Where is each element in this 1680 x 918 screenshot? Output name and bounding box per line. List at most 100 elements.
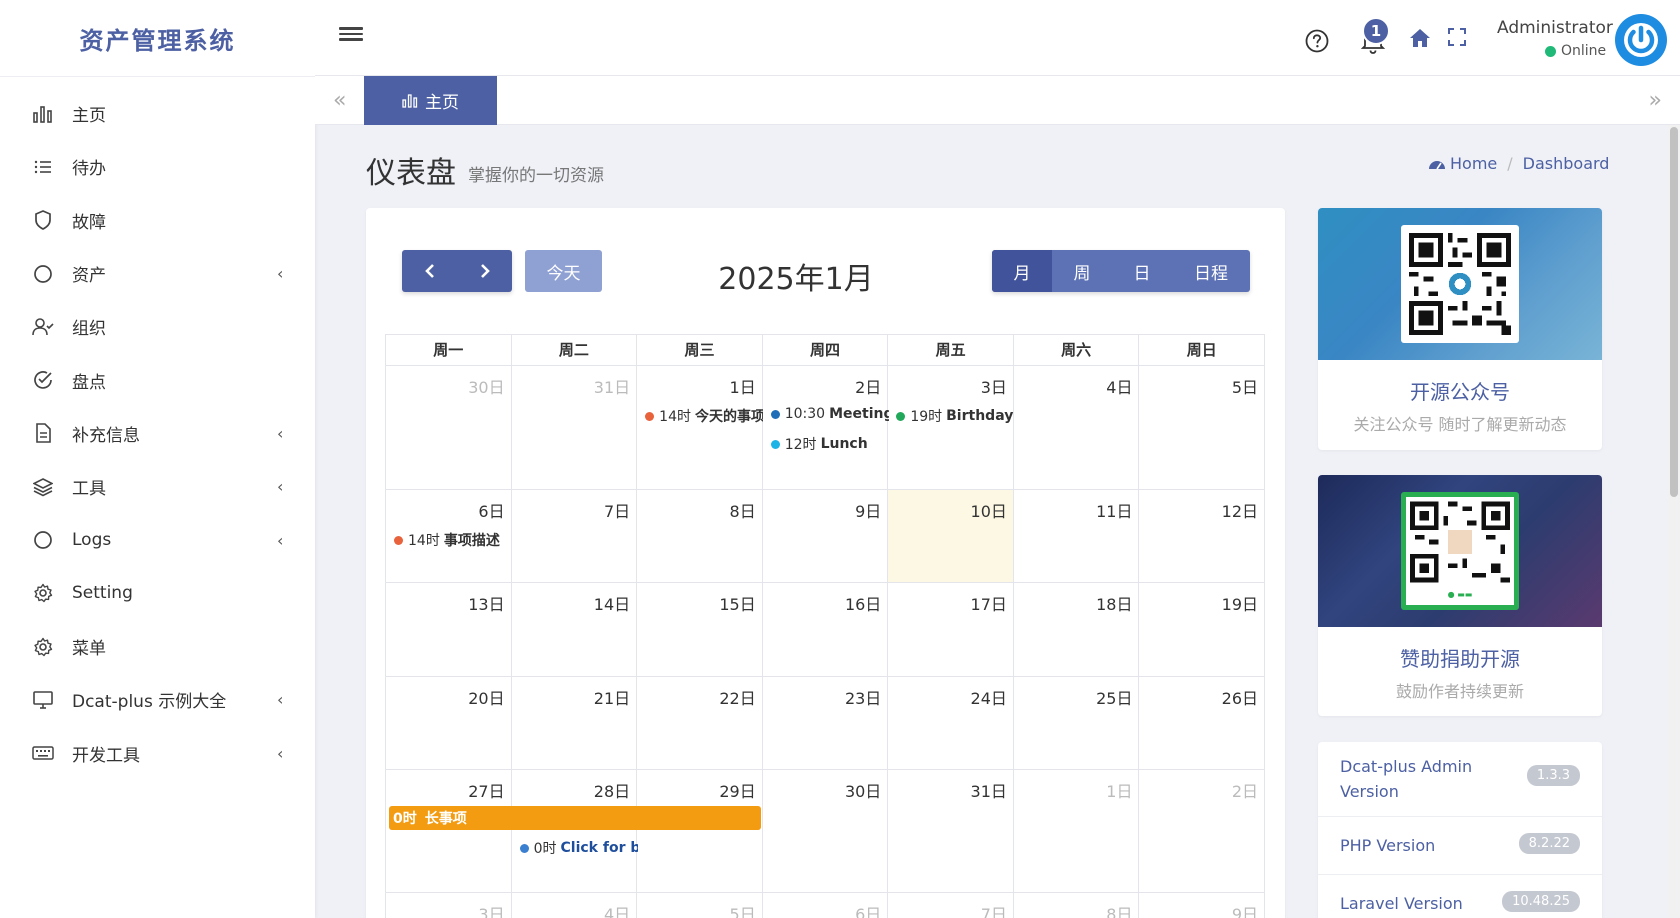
view-agenda-button[interactable]: 日程 <box>1172 250 1250 292</box>
calendar-day[interactable]: 31日 <box>888 770 1014 892</box>
today-button[interactable]: 今天 <box>525 250 602 292</box>
calendar-event[interactable]: 14时 事项描述 <box>394 530 512 550</box>
calendar-day[interactable]: 21日 <box>512 677 638 769</box>
official-account-card: 开源公众号 关注公众号 随时了解更新动态 <box>1318 208 1602 450</box>
calendar-event[interactable]: 0时Click for bing <box>519 838 638 858</box>
calendar-event[interactable]: 12时 Lunch <box>770 434 889 454</box>
menu-toggle-icon[interactable] <box>339 24 363 48</box>
sidebar-item-tools[interactable]: 工具 ‹ <box>0 460 315 513</box>
calendar-day[interactable]: 19日 <box>1139 583 1264 676</box>
calendar-day[interactable]: 2日 <box>1139 770 1264 892</box>
chevron-left-icon: ‹ <box>277 743 284 763</box>
calendar-day[interactable]: 11日 <box>1014 490 1140 582</box>
calendar-day[interactable]: 2日 10:30 Meeting 12时 Lunch <box>763 366 889 489</box>
calendar-day[interactable]: 30日 <box>386 366 512 489</box>
user-name[interactable]: Administrator <box>1497 18 1613 38</box>
brand[interactable]: 资产管理系统 <box>0 0 315 77</box>
sidebar-item-todo[interactable]: 待办 <box>0 140 315 193</box>
calendar-day[interactable]: 24日 <box>888 677 1014 769</box>
calendar-event[interactable]: 19时 Birthday <box>896 406 1014 426</box>
calendar-day[interactable]: 8日 <box>637 490 763 582</box>
calendar-day[interactable]: 6日 <box>763 893 889 918</box>
calendar-day[interactable]: 5日 <box>637 893 763 918</box>
calendar-day[interactable]: 12日 <box>1139 490 1264 582</box>
sidebar: 资产管理系统 主页 待办 故障 资产 ‹ 组织 盘点 补充信息 ‹ 工具 ‹ L… <box>0 0 315 918</box>
calendar-day[interactable]: 23日 <box>763 677 889 769</box>
calendar-day[interactable]: 7日 <box>888 893 1014 918</box>
sidebar-item-home[interactable]: 主页 <box>0 87 315 140</box>
calendar-day[interactable]: 3日 <box>386 893 512 918</box>
weekday-label: 周日 <box>1186 341 1217 359</box>
tab-scroll-right-icon[interactable]: » <box>1649 88 1662 113</box>
day-number: 4日 <box>1106 378 1133 397</box>
day-number: 6日 <box>478 502 505 521</box>
sidebar-menu: 主页 待办 故障 资产 ‹ 组织 盘点 补充信息 ‹ 工具 ‹ Logs ‹ S… <box>0 77 315 780</box>
breadcrumb-home[interactable]: Home <box>1450 154 1497 173</box>
chevron-right-icon <box>480 264 490 278</box>
event-title: 事项描述 <box>443 533 500 549</box>
tab-scroll-left-icon[interactable]: « <box>333 88 346 113</box>
scrollbar-thumb[interactable] <box>1670 127 1678 497</box>
sidebar-item-inventory[interactable]: 盘点 <box>0 353 315 406</box>
view-day-button[interactable]: 日 <box>1112 250 1172 292</box>
sidebar-item-org[interactable]: 组织 <box>0 300 315 353</box>
calendar-day[interactable]: 26日 <box>1139 677 1264 769</box>
avatar[interactable] <box>1615 14 1667 66</box>
sidebar-item-menu[interactable]: 菜单 <box>0 620 315 673</box>
calendar-day[interactable]: 17日 <box>888 583 1014 676</box>
sidebar-item-setting[interactable]: Setting <box>0 567 315 620</box>
prev-month-button[interactable] <box>402 250 457 292</box>
sidebar-item-label: 菜单 <box>72 639 106 660</box>
sidebar-item-assets[interactable]: 资产 ‹ <box>0 247 315 300</box>
calendar-day[interactable]: 27日 <box>386 770 512 892</box>
calendar-day[interactable]: 4日 <box>512 893 638 918</box>
event-title: Birthday <box>946 408 1014 424</box>
calendar-day[interactable]: 28日 0时Click for bing <box>512 770 638 892</box>
calendar-day[interactable]: 5日 <box>1139 366 1264 489</box>
calendar-day-today[interactable]: 10日 <box>888 490 1014 582</box>
calendar-day[interactable]: 9日 <box>763 490 889 582</box>
bar-chart-icon <box>402 93 418 108</box>
page-scrollbar[interactable] <box>1668 125 1680 918</box>
day-number: 6日 <box>855 905 882 918</box>
calendar-day[interactable]: 4日 <box>1014 366 1140 489</box>
calendar-day[interactable]: 7日 <box>512 490 638 582</box>
calendar-day[interactable]: 1日 14时 今天的事项 <box>637 366 763 489</box>
calendar-day[interactable]: 29日 <box>637 770 763 892</box>
calendar-event[interactable]: 10:30 Meeting <box>770 406 889 422</box>
calendar-day[interactable]: 25日 <box>1014 677 1140 769</box>
calendar-day[interactable]: 15日 <box>637 583 763 676</box>
calendar-day[interactable]: 22日 <box>637 677 763 769</box>
calendar-day[interactable]: 20日 <box>386 677 512 769</box>
calendar-day[interactable]: 8日 <box>1014 893 1140 918</box>
event-title: Lunch <box>820 436 868 452</box>
view-week-button[interactable]: 周 <box>1052 250 1112 292</box>
calendar-day[interactable]: 16日 <box>763 583 889 676</box>
sidebar-item-examples[interactable]: Dcat-plus 示例大全 ‹ <box>0 673 315 726</box>
next-month-button[interactable] <box>457 250 512 292</box>
calendar-day[interactable]: 9日 <box>1139 893 1264 918</box>
calendar-day[interactable]: 14日 <box>512 583 638 676</box>
calendar-day[interactable]: 31日 <box>512 366 638 489</box>
calendar-day[interactable]: 18日 <box>1014 583 1140 676</box>
tab-home[interactable]: 主页 <box>364 76 497 125</box>
calendar-day[interactable]: 1日 <box>1014 770 1140 892</box>
calendar-day[interactable]: 13日 <box>386 583 512 676</box>
sidebar-item-dev-tools[interactable]: 开发工具 ‹ <box>0 727 315 780</box>
sidebar-item-logs[interactable]: Logs ‹ <box>0 513 315 566</box>
day-number: 15日 <box>719 595 756 614</box>
calendar-day[interactable]: 3日 19时 Birthday <box>888 366 1014 489</box>
tab-bar: « 主页 » <box>315 76 1680 125</box>
calendar-event[interactable]: 14时 今天的事项 <box>645 406 763 426</box>
home-icon[interactable] <box>1409 28 1431 52</box>
calendar-day[interactable]: 6日 14时 事项描述 <box>386 490 512 582</box>
user-check-icon <box>32 316 54 338</box>
view-month-button[interactable]: 月 <box>992 250 1052 292</box>
help-icon[interactable] <box>1305 29 1329 57</box>
calendar-day[interactable]: 30日 <box>763 770 889 892</box>
calendar-event-multiday[interactable]: 0时 长事项 <box>389 806 761 830</box>
day-number: 8日 <box>1106 905 1133 918</box>
sidebar-item-fault[interactable]: 故障 <box>0 194 315 247</box>
sidebar-item-extra-info[interactable]: 补充信息 ‹ <box>0 407 315 460</box>
fullscreen-icon[interactable] <box>1448 28 1466 50</box>
